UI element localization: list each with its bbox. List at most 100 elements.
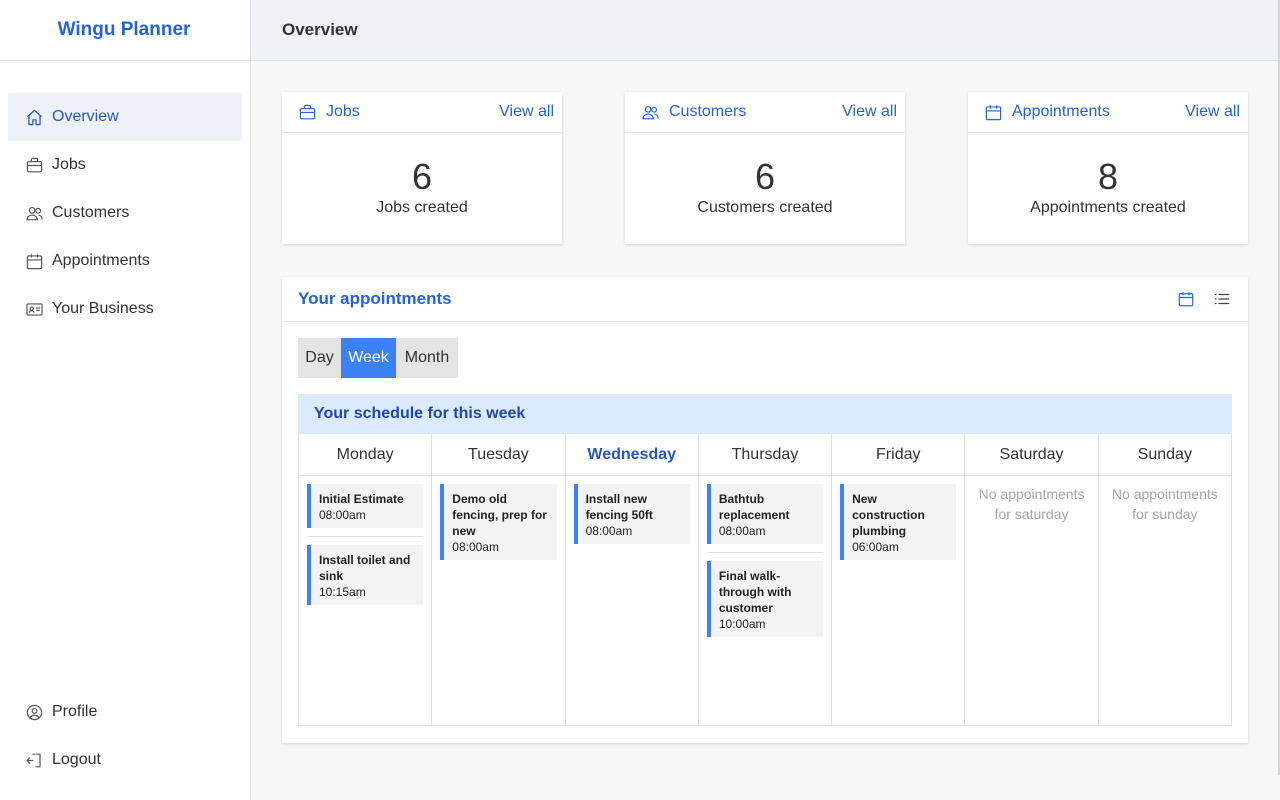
empty-day-message: No appointments for saturday	[978, 486, 1085, 522]
main-nav: Overview Jobs Customers Appointments You…	[8, 93, 242, 333]
sidebar-item-label: Profile	[52, 703, 98, 720]
appointment-card[interactable]: Bathtub replacement 08:00am	[706, 484, 824, 544]
day-heading: Monday	[299, 434, 432, 476]
day-column-monday: Monday Initial Estimate 08:00am Install …	[299, 434, 433, 725]
day-column-sunday: Sunday No appointments for sunday	[1098, 434, 1231, 725]
panel-title: Your appointments	[298, 289, 452, 308]
appointment-card[interactable]: Demo old fencing, prep for new 08:00am	[440, 484, 557, 560]
schedule-heading: Your schedule for this week	[298, 394, 1232, 434]
appointment-title: Final walk-through with customer	[718, 569, 792, 615]
appointments-card: Appointments View all 8 Appointments cre…	[968, 92, 1248, 244]
customers-card: Customers View all 6 Customers created	[625, 92, 905, 244]
card-label: Jobs created	[376, 199, 468, 216]
sidebar-item-logout[interactable]: Logout	[8, 736, 242, 784]
card-title: Appointments	[1012, 103, 1110, 120]
day-heading-today: Wednesday	[565, 434, 698, 476]
sidebar-item-your-business[interactable]: Your Business	[8, 285, 242, 333]
day-heading: Thursday	[698, 434, 832, 476]
card-header: Appointments View all	[968, 92, 1248, 133]
appointment-time: 08:00am	[319, 508, 366, 522]
view-month-button[interactable]: Month	[396, 338, 458, 378]
view-switcher: Day Week Month	[298, 338, 458, 378]
sidebar-item-jobs[interactable]: Jobs	[8, 141, 242, 189]
calendar-icon	[24, 251, 44, 271]
appointment-title: Bathtub replacement	[718, 492, 790, 522]
brand[interactable]: Wingu Planner	[0, 0, 250, 61]
card-title: Customers	[669, 103, 747, 120]
sidebar-item-label: Overview	[52, 108, 119, 125]
page-title: Overview	[282, 20, 358, 39]
card-label: Appointments created	[1030, 199, 1186, 216]
appointment-card[interactable]: Install new fencing 50ft 08:00am	[573, 484, 690, 544]
jobs-view-all-link[interactable]: View all	[499, 103, 554, 121]
sidebar-item-appointments[interactable]: Appointments	[8, 237, 242, 285]
logout-icon	[24, 750, 44, 770]
day-column-tuesday: Tuesday Demo old fencing, prep for new 0…	[432, 434, 566, 725]
sidebar-item-label: Logout	[52, 751, 101, 768]
appointment-card[interactable]: Initial Estimate 08:00am	[307, 484, 424, 528]
jobs-card: Jobs View all 6 Jobs created	[282, 92, 562, 244]
appointment-time: 10:00am	[718, 617, 766, 631]
sidebar-item-label: Customers	[52, 204, 130, 221]
sidebar-item-customers[interactable]: Customers	[8, 189, 242, 237]
users-icon	[24, 203, 44, 223]
briefcase-icon	[24, 155, 44, 175]
day-column-saturday: Saturday No appointments for saturday	[965, 434, 1099, 725]
brand-name[interactable]: Wingu Planner	[58, 19, 191, 41]
day-column-friday: Friday New construction plumbing 06:00am	[832, 434, 966, 725]
view-week-button[interactable]: Week	[341, 338, 396, 378]
appointment-title: Install new fencing 50ft	[585, 492, 653, 522]
account-nav: Profile Logout	[8, 688, 242, 784]
sidebar-item-label: Jobs	[52, 156, 86, 173]
appointment-card[interactable]: New construction plumbing 06:00am	[840, 484, 957, 560]
card-title: Jobs	[326, 103, 360, 120]
day-heading: Saturday	[965, 434, 1098, 476]
appointment-card[interactable]: Final walk-through with customer 10:00am	[706, 561, 824, 637]
appointment-time: 08:00am	[718, 524, 766, 538]
appointment-card[interactable]: Install toilet and sink 10:15am	[307, 545, 424, 605]
sidebar-item-overview[interactable]: Overview	[8, 93, 242, 141]
sidebar-item-label: Your Business	[52, 300, 154, 317]
appointments-panel: Your appointments Day Week Month Your sc…	[282, 277, 1248, 743]
appointments-view-all-link[interactable]: View all	[1185, 103, 1240, 121]
customers-view-all-link[interactable]: View all	[842, 103, 897, 121]
sidebar-item-profile[interactable]: Profile	[8, 688, 242, 736]
empty-day-message: No appointments for sunday	[1111, 486, 1218, 522]
appointment-time: 10:15am	[319, 585, 366, 599]
day-heading: Friday	[832, 434, 965, 476]
appointment-title: Demo old fencing, prep for new	[452, 492, 547, 538]
appointment-time: 08:00am	[452, 540, 499, 554]
appointment-title: Install toilet and sink	[319, 553, 411, 583]
appointment-time: 08:00am	[585, 524, 633, 538]
sidebar-item-label: Appointments	[52, 252, 150, 269]
customers-count: 6	[754, 156, 776, 197]
home-icon	[24, 107, 44, 127]
appointment-title: Initial Estimate	[319, 492, 404, 506]
day-column-wednesday: Wednesday Install new fencing 50ft 08:00…	[565, 434, 699, 725]
id-card-icon	[24, 299, 44, 319]
week-grid: Monday Initial Estimate 08:00am Install …	[298, 434, 1232, 726]
list-icon	[1214, 293, 1230, 305]
list-view-button[interactable]	[1204, 284, 1240, 314]
card-header: Customers View all	[625, 92, 905, 133]
divider	[706, 552, 824, 553]
panel-header: Your appointments	[282, 277, 1248, 322]
user-circle-icon	[24, 702, 44, 722]
day-column-thursday: Thursday Bathtub replacement 08:00am Fin…	[698, 434, 833, 725]
card-header: Jobs View all	[282, 92, 562, 133]
header: Overview	[251, 0, 1278, 61]
calendar-view-button[interactable]	[1168, 284, 1204, 314]
divider	[307, 536, 424, 537]
day-heading: Tuesday	[432, 434, 565, 476]
briefcase-icon	[298, 102, 318, 122]
card-label: Customers created	[697, 199, 833, 216]
appointment-title: New construction plumbing	[852, 492, 925, 538]
day-heading: Sunday	[1098, 434, 1231, 476]
calendar-icon	[984, 102, 1004, 122]
calendar-icon	[1178, 292, 1194, 307]
users-icon	[641, 102, 661, 122]
view-day-button[interactable]: Day	[298, 338, 341, 378]
sidebar: Wingu Planner Overview Jobs Customers Ap…	[0, 0, 251, 800]
appointments-count: 8	[1097, 156, 1119, 197]
jobs-count: 6	[411, 156, 433, 197]
